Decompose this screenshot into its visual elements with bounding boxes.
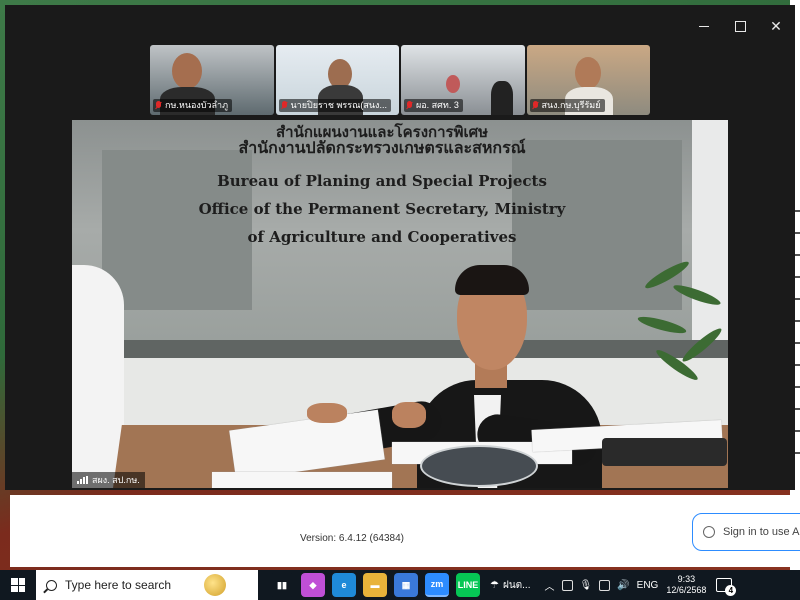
taskbar-clock[interactable]: 9:33 12/6/2568 — [666, 574, 706, 596]
paperclip-icon — [700, 523, 718, 541]
windows-logo-icon — [11, 578, 25, 592]
speaker-icon[interactable]: 🔊 — [617, 580, 629, 591]
search-icon — [46, 579, 57, 591]
participant-name-tag: กษ.หนองบัวลำภู — [153, 99, 233, 112]
participant-thumbnail[interactable]: นายปิยราช พรรณ(สนง... — [275, 45, 399, 115]
participant-thumbnails: กษ.หนองบัวลำภู นายปิยราช พรรณ(สนง... ผอ.… — [150, 45, 650, 115]
store-icon[interactable]: ▦ — [394, 573, 418, 597]
system-tray: ︿ 🎙 🔊 ENG — [545, 578, 659, 593]
office-backdrop: สำนักแผนงานและโครงการพิเศษ สำนักงานปลัดก… — [72, 120, 692, 340]
network-icon[interactable] — [599, 579, 611, 591]
edge-icon[interactable]: e — [332, 573, 356, 597]
leaf — [679, 325, 725, 365]
participant-face — [446, 75, 460, 93]
clock-date: 12/6/2568 — [666, 585, 707, 595]
weather-widget[interactable]: ☂ ฝนต... — [490, 578, 531, 593]
person-left-edge — [72, 265, 124, 488]
black-folder — [602, 438, 727, 466]
paper-document — [212, 472, 392, 488]
start-button[interactable] — [0, 570, 36, 600]
participant-name-tag: นายปิยราช พรรณ(สนง... — [278, 99, 391, 112]
meet-now-icon[interactable] — [561, 579, 573, 591]
active-speaker-video[interactable]: สำนักแผนงานและโครงการพิเศษ สำนักงานปลัดก… — [72, 120, 728, 488]
participant-thumbnail[interactable]: ผอ. สศท. 3 — [401, 45, 525, 115]
chevron-up-icon[interactable]: ︿ — [545, 578, 555, 593]
microphone-icon[interactable]: 🎙 — [580, 580, 593, 591]
signal-bar — [80, 479, 82, 484]
participant-name-tag: ผอ. สศท. 3 — [404, 99, 463, 112]
clock-time: 9:33 — [677, 574, 696, 584]
input-language[interactable]: ENG — [637, 580, 659, 591]
office-chair — [491, 81, 513, 115]
backdrop-text: of Agriculture and Cooperatives — [247, 228, 517, 246]
mic-muted-icon — [155, 101, 162, 110]
sign-in-label: Sign in to use A — [723, 526, 800, 538]
umbrella-icon: ☂ — [490, 579, 499, 591]
mic-muted-icon — [532, 101, 539, 110]
participant-name: นายปิยราช พรรณ(สนง... — [290, 100, 387, 110]
participant-name: ผอ. สศท. 3 — [416, 100, 459, 110]
signal-bar — [86, 476, 88, 484]
window-sill — [72, 340, 728, 358]
weather-text: ฝนต... — [502, 579, 531, 591]
pinned-apps: ▮▮ ◆ e ▬ ▦ zm LINE — [270, 573, 480, 597]
speaker-hand — [392, 402, 426, 428]
line-icon[interactable]: LINE — [456, 573, 480, 597]
speaker-hand — [307, 403, 347, 423]
search-placeholder: Type here to search — [65, 578, 172, 592]
active-speaker-name: สผง. สป.กษ. — [92, 475, 140, 485]
version-text: Version: 6.4.12 (64384) — [300, 533, 404, 544]
participant-name: กษ.หนองบัวลำภู — [165, 100, 229, 110]
notification-count: 4 — [725, 585, 737, 596]
conference-speaker — [420, 445, 538, 487]
window-controls: ✕ — [697, 19, 783, 33]
plant — [632, 250, 728, 400]
participant-name: สนง.กษ.บุรีรัมย์ — [541, 100, 601, 110]
windows-taskbar: Type here to search ▮▮ ◆ e ▬ ▦ zm LINE ☂ ฝนต..… — [0, 570, 800, 600]
task-view-icon[interactable]: ▮▮ — [270, 573, 294, 597]
copilot-icon[interactable]: ◆ — [301, 573, 325, 597]
participant-face — [172, 53, 202, 89]
leaf — [636, 313, 688, 337]
notification-center-icon[interactable]: 4 — [716, 578, 737, 596]
mic-muted-icon — [281, 101, 288, 110]
signal-bar — [83, 477, 85, 484]
backdrop-text: สำนักงานปลัดกระทรวงเกษตรและสหกรณ์ — [238, 138, 526, 157]
mic-muted-icon — [406, 101, 413, 110]
speaker-hair — [455, 265, 529, 295]
sign-in-button[interactable]: Sign in to use A — [692, 513, 800, 551]
minimize-icon[interactable] — [697, 19, 711, 33]
signal-strength-icon — [77, 476, 88, 484]
file-explorer-icon[interactable]: ▬ — [363, 573, 387, 597]
close-icon[interactable]: ✕ — [769, 19, 783, 33]
taskbar-search-box[interactable]: Type here to search — [36, 570, 258, 600]
zoom-icon[interactable]: zm — [425, 573, 449, 597]
participant-name-tag: สนง.กษ.บุรีรัมย์ — [529, 99, 605, 112]
leaf — [671, 281, 723, 309]
backdrop-text: Office of the Permanent Secretary, Minis… — [198, 200, 566, 218]
participant-thumbnail[interactable]: สนง.กษ.บุรีรัมย์ — [526, 45, 650, 115]
zoom-launcher-window — [10, 495, 800, 567]
participant-thumbnail[interactable]: กษ.หนองบัวลำภู — [150, 45, 274, 115]
signal-bar — [77, 481, 79, 484]
search-highlight-medal-icon[interactable] — [204, 574, 226, 596]
active-speaker-name-tag: สผง. สป.กษ. — [72, 472, 145, 488]
backdrop-text: Bureau of Planing and Special Projects — [217, 172, 547, 190]
maximize-icon[interactable] — [733, 19, 747, 33]
participant-face — [574, 57, 601, 89]
